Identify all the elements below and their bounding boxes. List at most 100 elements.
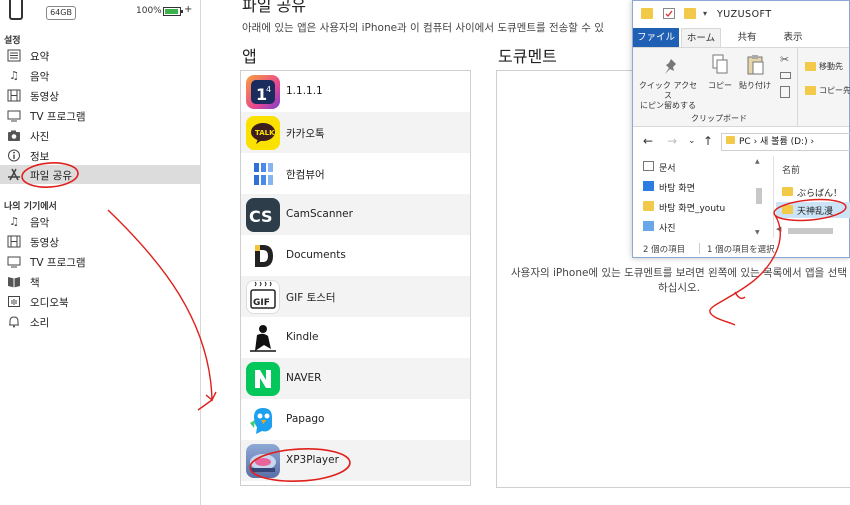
tree-item-pictures[interactable]: 사진 — [643, 221, 676, 234]
file-row-selected[interactable]: 天神乱漫 — [776, 202, 850, 218]
sidebar-item-label: 동영상 — [30, 237, 59, 249]
clipboard-group-label: クリップボード — [691, 114, 747, 123]
tab-file[interactable]: ファイル — [633, 28, 679, 47]
sidebar-item-summary[interactable]: 요약 — [0, 46, 200, 65]
address-path[interactable]: PC › 새 볼륨 (D:) › — [721, 133, 850, 151]
copy-to-button[interactable]: コピー先 — [819, 86, 850, 96]
folder-icon — [782, 205, 793, 214]
sidebar-item-label: 음악 — [30, 217, 50, 229]
sidebar-item-tv[interactable]: TV 프로그램 — [0, 106, 200, 125]
camscanner-icon: CS — [246, 198, 280, 232]
documents-hint: 사용자의 iPhone에 있는 도큐멘트를 보려면 왼쪽에 있는 목록에서 앱을… — [511, 267, 847, 294]
file-explorer-window[interactable]: ▾ YUZUSOFT ファイル ホーム 共有 表示 クイック アクセス にピン留… — [632, 0, 850, 258]
sidebar-item-info[interactable]: 정보 — [0, 146, 200, 165]
device-row[interactable]: 64GB 100% + — [0, 0, 200, 26]
app-row-documents[interactable]: Documents — [241, 235, 470, 276]
sidebar-item-device-books[interactable]: 책 — [0, 272, 200, 291]
app-row-gif-toaster[interactable]: GIF GIF 토스터 — [241, 276, 470, 317]
page-description: 아래에 있는 앱은 사용자의 iPhone과 이 컴퓨터 사이에서 도큐멘트를 … — [242, 22, 604, 34]
app-row-kindle[interactable]: Kindle — [241, 317, 470, 358]
folder-icon — [641, 8, 653, 19]
copy-icon[interactable] — [712, 54, 728, 76]
tab-share[interactable]: 共有 — [727, 28, 767, 47]
file-name: ぶらばん！ — [797, 189, 843, 199]
audiobook-icon — [7, 295, 21, 308]
sidebar-item-device-audiobooks[interactable]: 오디오북 — [0, 292, 200, 311]
music-icon: ♫ — [9, 215, 19, 228]
sidebar-item-music[interactable]: ♫ 음악 — [0, 66, 200, 85]
file-row[interactable]: ぶらばん！ — [780, 184, 850, 200]
naver-icon — [246, 362, 280, 396]
sidebar-item-label: 음악 — [30, 71, 50, 83]
sidebar-item-device-music[interactable]: ♫ 음악 — [0, 212, 200, 231]
properties-icon[interactable] — [663, 8, 675, 19]
sidebar-item-label: 정보 — [30, 151, 50, 163]
app-row-1111[interactable]: 14 1.1.1.1 — [241, 71, 470, 112]
sidebar-item-label: 소리 — [30, 317, 50, 329]
new-folder-icon[interactable] — [684, 8, 696, 19]
svg-text:GIF: GIF — [253, 298, 270, 308]
tab-view[interactable]: 表示 — [773, 28, 813, 47]
app-row-naver[interactable]: NAVER — [241, 358, 470, 399]
app-list[interactable]: 14 1.1.1.1 TALK 카카오톡 한컴뷰어 CS CamScanner … — [240, 70, 471, 486]
recent-dropdown-icon[interactable]: ⌄ — [688, 136, 696, 146]
app-row-hancom-viewer[interactable]: 한컴뷰어 — [241, 153, 470, 194]
document-icon — [643, 161, 654, 171]
move-to-icon — [805, 62, 816, 71]
explorer-title: YUZUSOFT — [717, 9, 772, 20]
sidebar-item-label: 요약 — [30, 51, 50, 63]
tree-item-desktop[interactable]: 바탕 화면 — [643, 181, 695, 194]
app-name: CamScanner — [286, 208, 353, 220]
copy-path-icon[interactable] — [780, 72, 791, 79]
back-arrow-icon[interactable]: ← — [643, 134, 653, 148]
hancom-viewer-icon — [246, 157, 280, 191]
column-header-name[interactable]: 名前 — [782, 163, 800, 176]
tv-icon — [7, 109, 21, 122]
pin-icon[interactable] — [663, 58, 679, 76]
film-icon — [7, 235, 21, 248]
app-row-papago[interactable]: Papago — [241, 399, 470, 440]
sidebar-item-label: 책 — [30, 277, 40, 289]
up-arrow-icon[interactable]: ↑ — [703, 134, 713, 148]
move-to-button[interactable]: 移動先 — [819, 62, 843, 72]
paste-button[interactable]: 貼り付け — [737, 81, 773, 91]
quick-access-dropdown-icon[interactable]: ▾ — [703, 9, 707, 18]
tree-scrollbar[interactable]: ▲ ▼ — [755, 158, 763, 236]
paste-icon[interactable] — [747, 54, 765, 76]
pin-quick-access-button[interactable]: クイック アクセス にピン留めする — [637, 81, 699, 111]
sidebar-item-photos[interactable]: 사진 — [0, 126, 200, 145]
horizontal-scrollbar[interactable]: ◀ — [774, 225, 850, 236]
app-name: XP3Player — [286, 454, 339, 466]
svg-text:CS: CS — [249, 207, 273, 226]
bell-icon — [7, 315, 21, 328]
copy-button[interactable]: コピー — [705, 81, 735, 91]
kindle-icon — [246, 321, 280, 355]
tree-label: 문서 — [659, 164, 676, 174]
ribbon: クイック アクセス にピン留めする コピー 貼り付け ✂ クリップボード 移動先… — [633, 47, 850, 127]
sidebar-item-device-movies[interactable]: 동영상 — [0, 232, 200, 251]
forward-arrow-icon[interactable]: → — [667, 134, 677, 148]
page-title: 파일 공유 — [242, 0, 306, 15]
app-row-kakaotalk[interactable]: TALK 카카오톡 — [241, 112, 470, 153]
app-name: Kindle — [286, 331, 319, 343]
cut-icon[interactable]: ✂ — [780, 53, 789, 66]
tab-home[interactable]: ホーム — [681, 28, 721, 47]
file-list[interactable]: 名前 ぶらばん！ 天神乱漫 ◀ — [773, 156, 850, 238]
app-row-camscanner[interactable]: CS CamScanner — [241, 194, 470, 235]
tree-item-desktop-youtube[interactable]: 바탕 화면_youtu — [643, 201, 725, 214]
sidebar-item-label: 동영상 — [30, 91, 59, 103]
explorer-titlebar[interactable]: ▾ YUZUSOFT — [633, 1, 849, 28]
summary-icon — [7, 49, 21, 62]
sidebar-item-device-tv[interactable]: TV 프로그램 — [0, 252, 200, 271]
tree-item-documents[interactable]: 문서 — [643, 161, 676, 174]
paste-shortcut-icon[interactable] — [780, 86, 790, 98]
sidebar-item-file-sharing[interactable]: 파일 공유 — [0, 165, 200, 184]
app-row-xp3player[interactable]: XP3Player — [241, 440, 470, 481]
app-1111-icon: 14 — [246, 75, 280, 109]
sidebar-item-device-tones[interactable]: 소리 — [0, 312, 200, 331]
music-icon: ♫ — [9, 69, 19, 82]
sidebar-item-movies[interactable]: 동영상 — [0, 86, 200, 105]
sidebar-item-label: 사진 — [30, 131, 50, 143]
kakaotalk-icon: TALK — [246, 116, 280, 150]
folder-icon — [782, 187, 793, 196]
